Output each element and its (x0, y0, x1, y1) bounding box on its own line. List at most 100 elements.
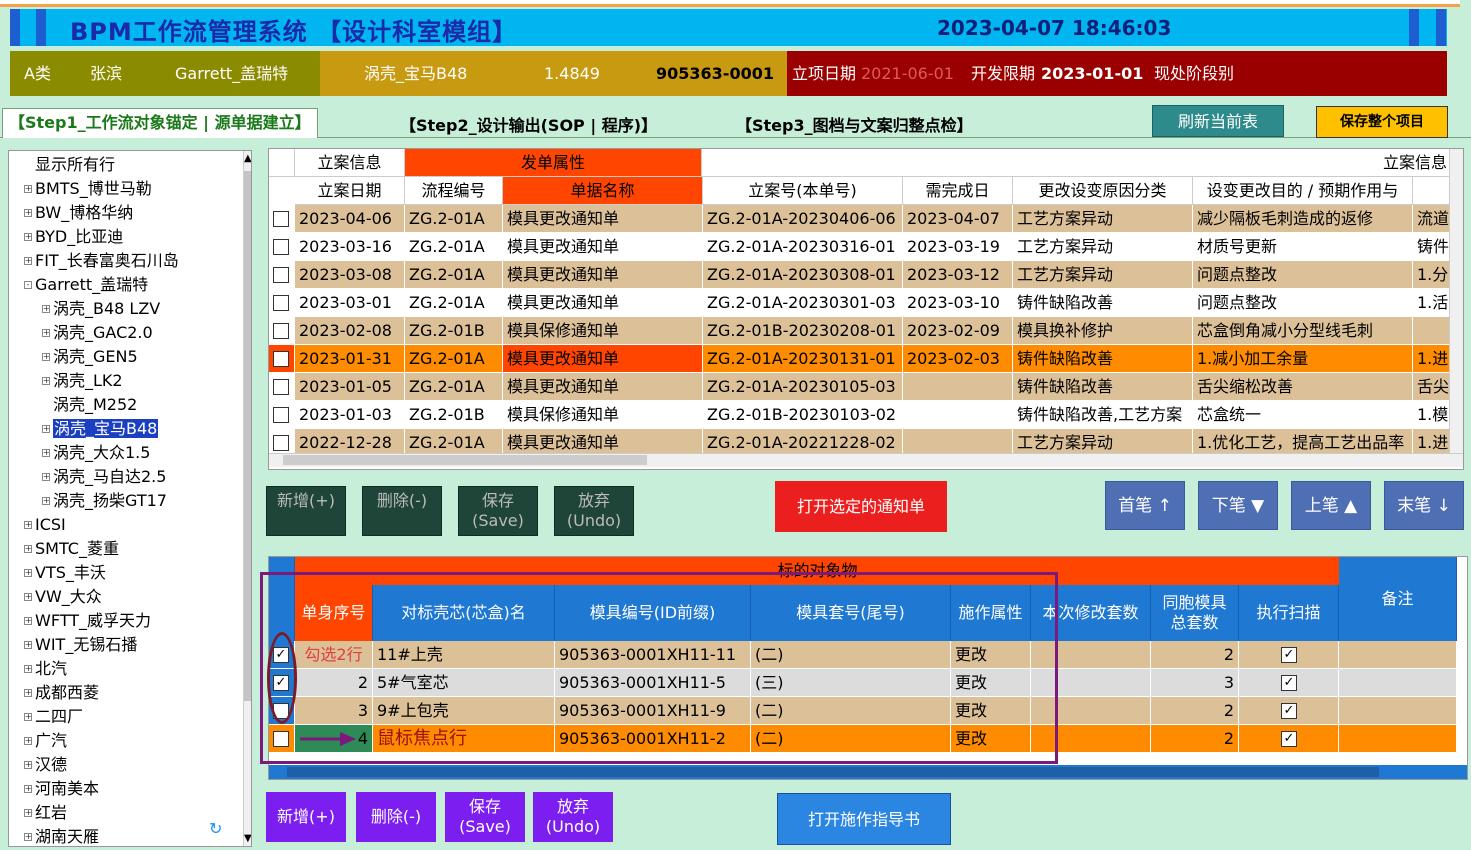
delete-notice-button[interactable]: 删除(-) (362, 486, 442, 536)
tree-scroll-up-icon[interactable]: ▲ (244, 153, 251, 164)
grid1-column-header[interactable]: 单据名称 (503, 177, 703, 205)
tree-item[interactable]: + 河南美本 (24, 777, 99, 801)
notice-grid[interactable]: 立案信息 发单属性 立案信息 立案日期 流程编号 单据名称 立案号(本单号) 需完成日更… (268, 148, 1464, 470)
table-cell[interactable]: 模具更改通知单 (503, 373, 703, 401)
table-cell[interactable] (903, 373, 1013, 401)
collapse-icon[interactable]: - (24, 281, 32, 289)
tab-step2[interactable]: 【Step2_设计输出(SOP | 程序)】 (400, 112, 657, 136)
table-row[interactable]: 2023-04-06 ZG.2-01A 模具更改通知单 ZG.2-01A-202304… (269, 205, 1453, 233)
save-notice-button[interactable]: 保存 (Save) (458, 486, 538, 536)
table-cell[interactable]: 2023-04-07 (903, 205, 1013, 233)
tree-item[interactable]: + 涡壳_B48 LZV (42, 297, 160, 321)
table-cell[interactable]: ZG.2-01A-20230131-01 (703, 345, 903, 373)
tree-item[interactable]: + BW_博格华纳 (24, 201, 133, 225)
table-cell[interactable]: ZG.2-01A (405, 205, 503, 233)
scan-cell[interactable]: ✓ (1239, 641, 1339, 669)
row-selector[interactable] (269, 205, 295, 233)
table-cell[interactable]: 2023-01-05 (295, 373, 405, 401)
table-cell[interactable]: 1.活 (1413, 289, 1453, 317)
tree-scroll-down-icon[interactable]: ▼ (244, 833, 251, 844)
first-record-button[interactable]: 首笔 ↑ (1105, 481, 1185, 530)
table-cell[interactable]: 2023-03-10 (903, 289, 1013, 317)
expand-icon[interactable]: + (24, 785, 32, 793)
table-cell[interactable]: 2023-01-03 (295, 401, 405, 429)
row-selector[interactable] (269, 261, 295, 289)
expand-icon[interactable]: + (24, 209, 32, 217)
prev-record-button[interactable]: 上笔 ▲ (1291, 481, 1371, 530)
remark-cell[interactable] (1339, 697, 1457, 725)
table-cell[interactable]: 铸件缺陷改善 (1013, 345, 1193, 373)
table-cell[interactable]: 流道 (1413, 205, 1453, 233)
table-cell[interactable]: 问题点整改 (1193, 289, 1413, 317)
next-record-button[interactable]: 下笔 ▼ (1198, 481, 1278, 530)
grid1-column-header[interactable]: 设变更改目的 / 预期作用与 (1193, 177, 1413, 205)
table-cell[interactable]: ZG.2-01A-20230308-01 (703, 261, 903, 289)
grid1-column-header[interactable]: 更改设变原因分类 (1013, 177, 1193, 205)
grid1-column-header[interactable]: 流程编号 (405, 177, 503, 205)
expand-icon[interactable]: + (24, 737, 32, 745)
tab-step3[interactable]: 【Step3_图档与文案归整点检】 (736, 112, 973, 136)
row-selector[interactable] (269, 317, 295, 345)
grid1-column-header[interactable]: 立案日期 (295, 177, 405, 205)
table-cell[interactable]: 铸件缺陷改善 (1013, 289, 1193, 317)
table-cell[interactable]: 模具保修通知单 (503, 401, 703, 429)
save-project-button[interactable]: 保存整个项目 (1316, 106, 1448, 138)
table-cell[interactable]: 2023-03-08 (295, 261, 405, 289)
delete-object-button[interactable]: 删除(-) (356, 792, 436, 842)
table-row[interactable]: 2023-01-03 ZG.2-01B 模具保修通知单 ZG.2-01B-202301… (269, 401, 1453, 429)
table-cell[interactable]: 铸件缺陷改善 (1013, 373, 1193, 401)
expand-icon[interactable]: + (42, 449, 50, 457)
tree-item[interactable]: + 成都西菱 (24, 681, 99, 705)
table-row[interactable]: 2023-03-16 ZG.2-01A 模具更改通知单 ZG.2-01A-202303… (269, 233, 1453, 261)
refresh-icon[interactable]: ↻ (209, 819, 222, 838)
row-checkbox[interactable] (273, 295, 289, 311)
tree-item[interactable]: + 红岩 (24, 801, 67, 825)
tree-item[interactable]: + WIT_无锡石播 (24, 633, 137, 657)
table-cell[interactable]: 1.进 (1413, 345, 1453, 373)
table-row[interactable]: 2023-01-05 ZG.2-01A 模具更改通知单 ZG.2-01A-202301… (269, 373, 1453, 401)
table-cell[interactable]: 2 (1151, 697, 1239, 725)
row-selector[interactable] (269, 233, 295, 261)
tree-item[interactable]: + SMTC_菱重 (24, 537, 119, 561)
tab-step1[interactable]: 【Step1_工作流对象锚定 | 源单据建立】 (2, 108, 318, 138)
table-cell[interactable]: 2 (1151, 641, 1239, 669)
expand-icon[interactable]: + (24, 521, 32, 529)
table-cell[interactable]: 模具更改通知单 (503, 289, 703, 317)
table-cell[interactable]: 2023-03-12 (903, 261, 1013, 289)
expand-icon[interactable]: + (42, 473, 50, 481)
save-object-button[interactable]: 保存 (Save) (445, 792, 525, 842)
table-cell[interactable]: 模具换补修护 (1013, 317, 1193, 345)
table-cell[interactable]: 模具更改通知单 (503, 345, 703, 373)
table-cell[interactable]: ZG.2-01A (405, 261, 503, 289)
row-checkbox[interactable] (273, 239, 289, 255)
tree-item[interactable]: + 涡壳_扬柴GT17 (42, 489, 167, 513)
scan-cell[interactable]: ✓ (1239, 725, 1339, 753)
customer-tree[interactable]: 显示所有行 + BMTS_博世马勒 + BW_博格华纳 + BYD_比亚迪 + FIT_长春富奥… (8, 150, 252, 847)
table-cell[interactable]: 工艺方案异动 (1013, 205, 1193, 233)
row-checkbox[interactable] (273, 379, 289, 395)
table-cell[interactable]: ZG.2-01A-20230406-06 (703, 205, 903, 233)
expand-icon[interactable]: + (24, 233, 32, 241)
table-cell[interactable]: 1.分 (1413, 261, 1453, 289)
table-cell[interactable]: ZG.2-01A (405, 345, 503, 373)
row-selector[interactable] (269, 345, 295, 373)
tree-item[interactable]: + 涡壳_马自达2.5 (42, 465, 166, 489)
tree-item[interactable]: + 广汽 (24, 729, 67, 753)
expand-icon[interactable]: + (24, 185, 32, 193)
expand-icon[interactable]: + (24, 593, 32, 601)
grid2-hscroll-thumb[interactable] (287, 767, 1379, 777)
row-selector[interactable] (269, 289, 295, 317)
expand-icon[interactable]: + (24, 257, 32, 265)
table-row[interactable]: 2023-03-08 ZG.2-01A 模具更改通知单 ZG.2-01A-202303… (269, 261, 1453, 289)
tree-item[interactable]: + FIT_长春富奥石川岛 (24, 249, 179, 273)
remark-cell[interactable] (1339, 641, 1457, 669)
expand-icon[interactable]: + (24, 809, 32, 817)
table-cell[interactable]: 铸件缺陷改善,工艺方案 (1013, 401, 1193, 429)
table-cell[interactable]: ZG.2-01B (405, 401, 503, 429)
tree-item[interactable]: + VTS_丰沃 (24, 561, 106, 585)
expand-icon[interactable]: + (24, 689, 32, 697)
expand-icon[interactable]: + (42, 377, 50, 385)
grid2-column-header[interactable]: 备注 (1339, 557, 1457, 641)
tree-item[interactable]: + 涡壳_宝马B48 (42, 417, 159, 441)
undo-notice-button[interactable]: 放弃 (Undo) (554, 486, 634, 536)
